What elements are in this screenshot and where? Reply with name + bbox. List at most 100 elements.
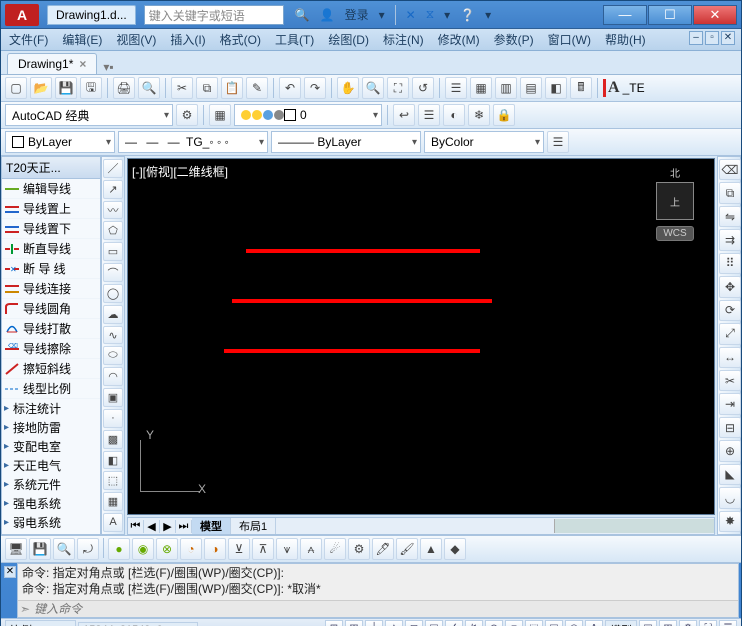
gradient-icon[interactable]: ◧: [103, 451, 123, 470]
tool-icon[interactable]: ◆: [444, 538, 466, 560]
tool-icon[interactable]: ◑: [204, 538, 226, 560]
doc-restore-button[interactable]: ▫: [705, 31, 719, 45]
undo-icon[interactable]: ↶: [279, 77, 301, 99]
block-icon[interactable]: ▣: [103, 388, 123, 407]
ellipsearc-icon[interactable]: ◠: [103, 367, 123, 386]
rectangle-icon[interactable]: ▭: [103, 242, 123, 261]
menu-edit[interactable]: 编辑(E): [62, 31, 102, 48]
status-icon[interactable]: ⛶: [699, 620, 717, 626]
layer-dropdown[interactable]: 0: [234, 104, 382, 126]
expand-item[interactable]: 系统元件: [2, 475, 100, 494]
table-icon[interactable]: ▦: [103, 492, 123, 511]
tool-icon[interactable]: 🖌: [396, 538, 418, 560]
expand-item[interactable]: 消防系统: [2, 532, 100, 535]
layer-lock-icon[interactable]: 🔒: [493, 104, 515, 126]
panel-item[interactable]: ⌫导线擦除: [2, 339, 100, 359]
document-tab[interactable]: Drawing1* ×: [7, 53, 97, 74]
mtext-icon[interactable]: A: [103, 513, 123, 532]
tool-icon[interactable]: ◔: [180, 538, 202, 560]
list-icon[interactable]: ☰: [547, 131, 569, 153]
tool-icon[interactable]: ☄: [324, 538, 346, 560]
menu-modify[interactable]: 修改(M): [438, 31, 480, 48]
viewcube[interactable]: 北 上 WCS: [644, 165, 706, 241]
break-icon[interactable]: ⊟: [719, 417, 741, 438]
minimize-button[interactable]: —: [603, 5, 647, 25]
search-input[interactable]: 键入关键字或短语: [144, 5, 284, 25]
circle-icon[interactable]: ◯: [103, 284, 123, 303]
fillet-icon[interactable]: ◡: [719, 487, 741, 508]
copy-icon[interactable]: ⧉: [719, 182, 741, 203]
expand-item[interactable]: 天正电气: [2, 456, 100, 475]
workspace-dropdown[interactable]: AutoCAD 经典: [5, 104, 173, 126]
extend-icon[interactable]: ⇥: [719, 393, 741, 414]
login-icon[interactable]: 👤: [320, 8, 335, 22]
otrack-icon[interactable]: ∠: [445, 620, 463, 626]
tool-icon[interactable]: ◉: [132, 538, 154, 560]
tool-icon[interactable]: ▲: [420, 538, 442, 560]
scale-icon[interactable]: ⤢: [719, 323, 741, 344]
wcs-badge[interactable]: WCS: [656, 226, 693, 241]
drawing-canvas[interactable]: [-][俯视][二维线框] Y X 北 上 WCS: [127, 158, 715, 515]
hatch-icon[interactable]: ▩: [103, 430, 123, 449]
login-label[interactable]: 登录: [345, 6, 369, 23]
model-space-button[interactable]: 模型: [605, 620, 637, 626]
menu-window[interactable]: 窗口(W): [548, 31, 591, 48]
join-icon[interactable]: ⊕: [719, 440, 741, 461]
xline-icon[interactable]: ↗: [103, 180, 123, 199]
panel-item[interactable]: 导线连接: [2, 279, 100, 299]
polar-icon[interactable]: ✦: [385, 620, 403, 626]
paste-icon[interactable]: 📋: [221, 77, 243, 99]
tool-icon[interactable]: ⚙: [348, 538, 370, 560]
linetype1-dropdown[interactable]: — — — TG_◦ ◦ ◦: [118, 131, 268, 153]
tab-last-icon[interactable]: ⏭: [176, 520, 192, 533]
lwt-icon[interactable]: ≡: [505, 620, 523, 626]
close-button[interactable]: ✕: [693, 5, 737, 25]
markup-icon[interactable]: ◧: [545, 77, 567, 99]
stretch-icon[interactable]: ↔: [719, 347, 741, 368]
menu-tools[interactable]: 工具(T): [275, 31, 314, 48]
move-icon[interactable]: ✥: [719, 276, 741, 297]
tool-icon[interactable]: ⊗: [156, 538, 178, 560]
menu-file[interactable]: 文件(F): [9, 31, 48, 48]
tool-icon[interactable]: ⊻: [228, 538, 250, 560]
tool-icon[interactable]: ⤾: [77, 538, 99, 560]
tool-icon[interactable]: ⊼: [252, 538, 274, 560]
tab-prev-icon[interactable]: ◀: [144, 520, 160, 533]
viewcube-face[interactable]: 上: [656, 182, 694, 220]
status-icon[interactable]: ▥: [659, 620, 677, 626]
toolpalette-icon[interactable]: ▥: [495, 77, 517, 99]
layer-freeze-icon[interactable]: ❄: [468, 104, 490, 126]
status-icon[interactable]: ⚙: [679, 620, 697, 626]
rotate-icon[interactable]: ⟳: [719, 300, 741, 321]
menu-format[interactable]: 格式(O): [220, 31, 261, 48]
file-tab[interactable]: Drawing1.d...: [47, 5, 136, 25]
panel-item[interactable]: ✕断 导 线: [2, 259, 100, 279]
status-icon[interactable]: ▣: [639, 620, 657, 626]
ducs-icon[interactable]: ↯: [465, 620, 483, 626]
properties-icon[interactable]: ☰: [445, 77, 467, 99]
panel-item[interactable]: 导线置上: [2, 199, 100, 219]
help-icon[interactable]: ❔: [460, 8, 475, 22]
3dosnap-icon[interactable]: ◱: [425, 620, 443, 626]
trim-icon[interactable]: ✂: [719, 370, 741, 391]
menu-param[interactable]: 参数(P): [494, 31, 534, 48]
tool-icon[interactable]: 🔍: [53, 538, 75, 560]
menu-view[interactable]: 视图(V): [116, 31, 156, 48]
tool-icon[interactable]: ●: [108, 538, 130, 560]
expand-item[interactable]: 强电系统: [2, 494, 100, 513]
color-dropdown[interactable]: ByColor: [424, 131, 544, 153]
tool-icon[interactable]: 🖊: [372, 538, 394, 560]
offset-icon[interactable]: ⇉: [719, 229, 741, 250]
new-icon[interactable]: ▢: [5, 77, 27, 99]
menu-draw[interactable]: 绘图(D): [328, 31, 369, 48]
point-icon[interactable]: ·: [103, 409, 123, 428]
overflow-icon[interactable]: ▾▪: [103, 60, 113, 74]
save-icon[interactable]: 💾: [55, 77, 77, 99]
annotate-icon[interactable]: A: [603, 79, 620, 97]
expand-item[interactable]: 变配电室: [2, 437, 100, 456]
command-input[interactable]: [34, 602, 736, 616]
spline-icon[interactable]: ∿: [103, 326, 123, 345]
erase-icon[interactable]: ⌫: [719, 159, 741, 180]
sc-icon[interactable]: ◎: [565, 620, 583, 626]
menu-insert[interactable]: 插入(I): [170, 31, 205, 48]
